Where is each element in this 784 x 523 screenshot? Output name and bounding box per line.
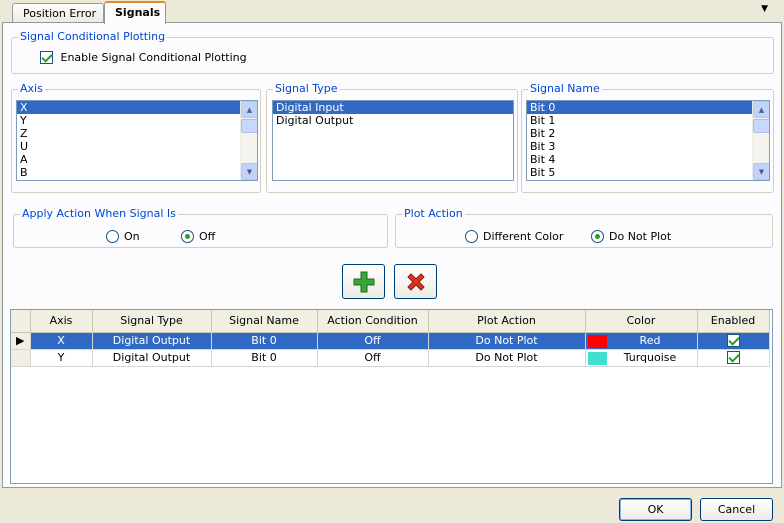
signal-type-listbox[interactable]: Digital Input Digital Output xyxy=(272,100,514,181)
col-header-enabled[interactable]: Enabled xyxy=(697,310,770,333)
radio-off-button[interactable] xyxy=(181,229,194,243)
plot-action-group: Plot Action Different Color Do Not Plot xyxy=(395,207,773,248)
signal-name-listbox[interactable]: Bit 0 Bit 1 Bit 2 Bit 3 Bit 4 Bit 5 ▲ ▼ xyxy=(526,100,770,181)
col-header-plot-action[interactable]: Plot Action xyxy=(428,310,586,333)
plot-action-legend: Plot Action xyxy=(402,207,465,220)
ok-button[interactable]: OK xyxy=(619,498,692,521)
cell-signal-type[interactable]: Digital Output xyxy=(92,349,212,367)
cell-color[interactable]: Turquoise xyxy=(585,349,698,367)
col-header-axis[interactable]: Axis xyxy=(30,310,93,333)
list-item[interactable]: Digital Input xyxy=(273,101,513,114)
axis-scrollbar[interactable]: ▲ ▼ xyxy=(240,101,257,180)
enabled-checkbox[interactable] xyxy=(726,351,740,365)
grid-header-row: Axis Signal Type Signal Name Action Cond… xyxy=(11,310,770,333)
col-header-signal-name[interactable]: Signal Name xyxy=(211,310,318,333)
plus-icon xyxy=(353,271,374,292)
cell-signal-name[interactable]: Bit 0 xyxy=(211,332,318,350)
col-header-color[interactable]: Color xyxy=(585,310,698,333)
radio-different-color-label: Different Color xyxy=(483,229,564,243)
add-button[interactable] xyxy=(342,264,385,299)
cell-plot-action[interactable]: Do Not Plot xyxy=(428,349,586,367)
scroll-down-icon[interactable]: ▼ xyxy=(753,163,769,180)
axis-legend: Axis xyxy=(18,82,45,95)
list-item[interactable]: Digital Output xyxy=(273,114,513,127)
enable-checkbox[interactable] xyxy=(40,50,53,64)
apply-action-legend: Apply Action When Signal Is xyxy=(20,207,178,220)
list-item[interactable]: X xyxy=(17,101,257,114)
signal-name-group: Signal Name Bit 0 Bit 1 Bit 2 Bit 3 Bit 4 Bit… xyxy=(521,82,774,193)
scroll-up-icon[interactable]: ▲ xyxy=(753,101,769,118)
cell-plot-action[interactable]: Do Not Plot xyxy=(428,332,586,350)
list-item[interactable]: Bit 0 xyxy=(527,101,769,114)
signal-type-legend: Signal Type xyxy=(273,82,340,95)
signal-type-group: Signal Type Digital Input Digital Output xyxy=(266,82,518,193)
tab-position-error[interactable]: Position Error xyxy=(12,3,104,23)
scroll-up-icon[interactable]: ▲ xyxy=(241,101,257,118)
cell-enabled[interactable] xyxy=(697,332,770,350)
radio-different-color-button[interactable] xyxy=(465,229,478,243)
cell-signal-name[interactable]: Bit 0 xyxy=(211,349,318,367)
conditional-plotting-legend: Signal Conditional Plotting xyxy=(18,30,168,43)
cell-signal-type[interactable]: Digital Output xyxy=(92,332,212,350)
radio-different-color[interactable]: Different Color xyxy=(465,229,563,243)
remove-button[interactable] xyxy=(394,264,437,299)
cell-action-condition[interactable]: Off xyxy=(317,349,429,367)
signal-name-scrollbar[interactable]: ▲ ▼ xyxy=(752,101,769,180)
x-icon xyxy=(406,272,425,291)
list-item[interactable]: Bit 5 xyxy=(527,166,769,179)
conditional-plotting-group: Signal Conditional Plotting Enable Signa… xyxy=(11,30,774,74)
tab-signals[interactable]: Signals xyxy=(104,1,166,24)
list-item[interactable]: Bit 4 xyxy=(527,153,769,166)
list-item[interactable]: B xyxy=(17,166,257,179)
grid-corner xyxy=(11,310,31,333)
list-item[interactable]: U xyxy=(17,140,257,153)
table-row[interactable]: ▶ X Digital Output Bit 0 Off Do Not Plot… xyxy=(11,332,770,350)
col-header-action-condition[interactable]: Action Condition xyxy=(317,310,429,333)
color-swatch xyxy=(587,334,607,348)
cell-axis[interactable]: Y xyxy=(30,349,93,367)
radio-on-label: On xyxy=(124,229,140,243)
color-label: Red xyxy=(639,334,661,347)
radio-do-not-plot-button[interactable] xyxy=(591,229,604,243)
enable-label: Enable Signal Conditional Plotting xyxy=(60,50,247,64)
cell-action-condition[interactable]: Off xyxy=(317,332,429,350)
list-item[interactable]: Bit 1 xyxy=(527,114,769,127)
cell-color[interactable]: Red xyxy=(585,332,698,350)
cancel-button[interactable]: Cancel xyxy=(700,498,773,521)
table-row[interactable]: Y Digital Output Bit 0 Off Do Not Plot T… xyxy=(11,349,770,367)
list-item[interactable]: Bit 2 xyxy=(527,127,769,140)
list-item[interactable]: Y xyxy=(17,114,257,127)
tab-dropdown-icon[interactable]: ▼ xyxy=(761,4,768,14)
radio-do-not-plot-label: Do Not Plot xyxy=(609,229,672,243)
apply-action-group: Apply Action When Signal Is On Off xyxy=(13,207,388,248)
radio-on-button[interactable] xyxy=(106,229,119,243)
axis-listbox[interactable]: XYZUAB ▲ ▼ xyxy=(16,100,258,181)
radio-off[interactable]: Off xyxy=(181,229,215,243)
signals-grid[interactable]: Axis Signal Type Signal Name Action Cond… xyxy=(10,309,773,484)
color-swatch xyxy=(587,351,607,365)
list-item[interactable]: A xyxy=(17,153,257,166)
scroll-thumb[interactable] xyxy=(241,119,257,133)
axis-group: Axis XYZUAB ▲ ▼ xyxy=(11,82,261,193)
row-pointer-icon[interactable]: ▶ xyxy=(11,332,31,350)
scroll-down-icon[interactable]: ▼ xyxy=(241,163,257,180)
signal-name-legend: Signal Name xyxy=(528,82,602,95)
radio-do-not-plot[interactable]: Do Not Plot xyxy=(591,229,671,243)
enable-conditional-plotting[interactable]: Enable Signal Conditional Plotting xyxy=(40,50,247,64)
list-item[interactable]: Z xyxy=(17,127,257,140)
color-label: Turquoise xyxy=(623,351,677,364)
cell-axis[interactable]: X xyxy=(30,332,93,350)
radio-on[interactable]: On xyxy=(106,229,140,243)
enabled-checkbox[interactable] xyxy=(726,334,740,348)
row-header[interactable] xyxy=(11,349,31,367)
col-header-signal-type[interactable]: Signal Type xyxy=(92,310,212,333)
list-item[interactable]: Bit 3 xyxy=(527,140,769,153)
radio-off-label: Off xyxy=(199,229,216,243)
scroll-thumb[interactable] xyxy=(753,119,769,133)
cell-enabled[interactable] xyxy=(697,349,770,367)
